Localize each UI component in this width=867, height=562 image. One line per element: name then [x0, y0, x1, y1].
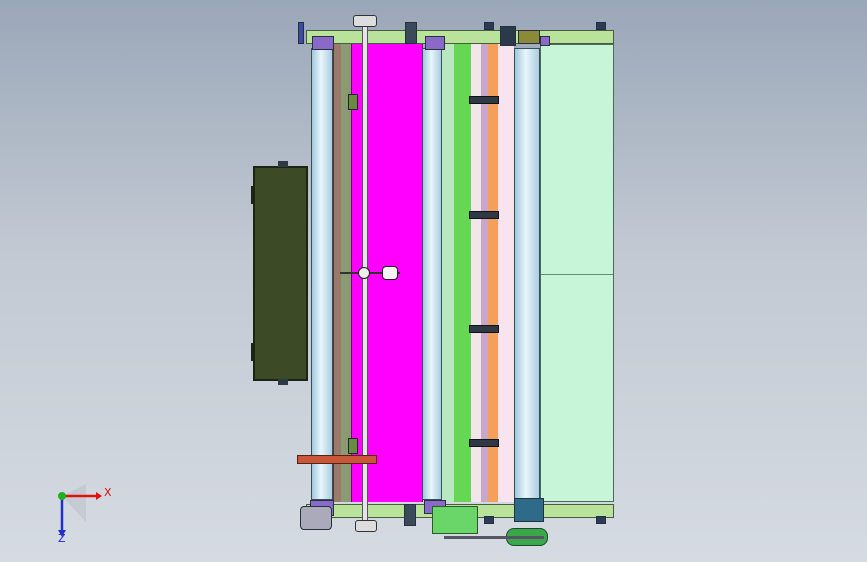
cabinet-hinge-bottom — [251, 343, 255, 361]
bottom-left-gear — [300, 506, 332, 530]
cabinet-mount-top — [278, 161, 288, 167]
top-mount-foot-1 — [484, 22, 494, 30]
pink-gap — [498, 44, 515, 502]
coordinate-triad: X Z — [52, 482, 122, 545]
red-plate — [297, 455, 377, 464]
top-mount-foot-2 — [596, 22, 606, 30]
top-frame-rail — [306, 30, 614, 44]
bottom-green-plate — [432, 506, 478, 534]
triad-plane — [62, 484, 86, 522]
strip-bracket-bottom — [348, 438, 358, 454]
clamp-clip-4 — [469, 439, 499, 447]
x-axis-label: X — [104, 486, 112, 499]
top-bracket-3 — [425, 36, 445, 50]
top-bracket-5 — [518, 30, 540, 44]
light-green-sheet — [540, 44, 614, 502]
green-strip — [454, 44, 472, 502]
control-cabinet — [251, 166, 308, 381]
middle-roller — [422, 48, 442, 500]
bottom-shaft-wheel — [355, 520, 377, 532]
center-fixture — [340, 266, 400, 280]
clamp-clip-2 — [469, 211, 499, 219]
bottom-belt-rod — [444, 536, 544, 539]
clamp-clip-3 — [469, 325, 499, 333]
fixture-fork — [382, 266, 398, 280]
x-axis-head — [96, 492, 102, 500]
fixture-hub — [358, 267, 370, 279]
top-shaft-wheel — [353, 15, 377, 27]
right-roller — [514, 48, 540, 500]
clamp-clip-1 — [469, 96, 499, 104]
top-mount-foot-3 — [298, 22, 304, 44]
sheet-seam-line — [541, 274, 613, 275]
z-axis-label: Z — [58, 532, 66, 545]
top-bracket-1 — [312, 36, 334, 50]
left-roller — [311, 48, 333, 500]
top-bracket-4 — [500, 26, 516, 46]
bottom-motor — [514, 498, 544, 522]
cabinet-hinge-top — [251, 186, 255, 204]
bottom-mount-foot-1 — [484, 516, 494, 524]
bottom-bracket-2 — [404, 504, 416, 526]
top-bracket-2 — [405, 22, 417, 44]
top-bracket-6 — [540, 36, 550, 46]
y-axis-origin — [58, 492, 66, 500]
strip-bracket-top — [348, 94, 358, 110]
cabinet-mount-bottom — [278, 379, 288, 385]
bottom-mount-foot-2 — [596, 516, 606, 524]
